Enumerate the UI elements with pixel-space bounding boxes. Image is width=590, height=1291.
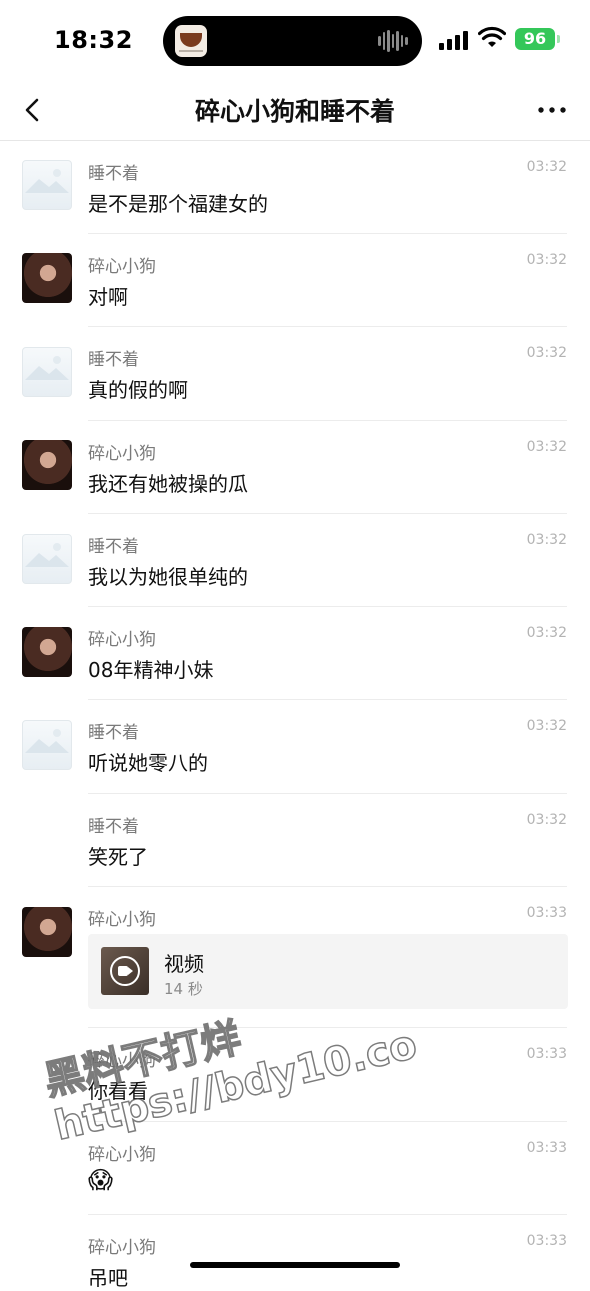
avatar[interactable] (22, 440, 72, 490)
list-item[interactable]: 睡不着 03:32 是不是那个福建女的 (0, 141, 590, 234)
message-time: 03:33 (526, 1046, 567, 1062)
emoji-message: 😱 (88, 1166, 114, 1194)
status-bar: 18:32 96 (0, 0, 590, 80)
sender-name: 碎心小狗 (88, 444, 156, 464)
message-text: 听说她零八的 (88, 751, 208, 775)
message-time: 03:32 (526, 625, 567, 641)
message-time: 03:32 (526, 345, 567, 361)
list-item[interactable]: 碎心小狗 03:32 我还有她被操的瓜 (0, 421, 590, 514)
list-item[interactable]: 碎心小狗 03:32 对啊 (0, 234, 590, 327)
message-time: 03:33 (526, 1140, 567, 1156)
message-text: 对啊 (88, 285, 128, 309)
message-text: 吊吧 (88, 1266, 128, 1290)
message-time: 03:32 (526, 718, 567, 734)
sender-name: 睡不着 (88, 817, 139, 837)
message-time: 03:32 (526, 159, 567, 175)
list-item[interactable]: 睡不着 03:32 听说她零八的 (0, 700, 590, 794)
message-time: 03:33 (526, 905, 567, 921)
message-text: 我以为她很单纯的 (88, 565, 248, 589)
sender-name: 睡不着 (88, 723, 139, 743)
message-text: 08年精神小妹 (88, 658, 214, 682)
home-indicator[interactable] (190, 1262, 400, 1268)
list-item[interactable]: 碎心小狗 03:33 😱 (0, 1122, 590, 1215)
message-time: 03:32 (526, 812, 567, 828)
message-text: 你看看 (88, 1079, 148, 1103)
video-thumbnail (101, 947, 149, 995)
ellipsis-icon[interactable] (534, 98, 570, 122)
message-time: 03:32 (526, 252, 567, 268)
message-text: 笑死了 (88, 845, 148, 869)
sender-name: 碎心小狗 (88, 1051, 156, 1071)
sender-name: 睡不着 (88, 164, 139, 184)
video-message[interactable]: 视频 14 秒 (88, 934, 568, 1009)
message-text: 是不是那个福建女的 (88, 192, 268, 216)
sender-name: 碎心小狗 (88, 1145, 156, 1165)
avatar[interactable] (22, 253, 72, 303)
sender-name: 碎心小狗 (88, 910, 156, 930)
list-item[interactable]: 碎心小狗 03:32 08年精神小妹 (0, 607, 590, 700)
signal-icon (439, 30, 469, 50)
avatar[interactable] (22, 720, 72, 770)
sender-name: 碎心小狗 (88, 257, 156, 277)
sender-name: 睡不着 (88, 537, 139, 557)
video-title: 视频 (164, 952, 204, 976)
app-thumbnail-icon (175, 25, 207, 57)
sender-name: 碎心小狗 (88, 1238, 156, 1258)
list-item[interactable]: 睡不着 03:32 我以为她很单纯的 (0, 514, 590, 607)
message-text: 我还有她被操的瓜 (88, 472, 248, 496)
avatar[interactable] (22, 347, 72, 397)
list-item[interactable]: 睡不着 03:32 笑死了 (0, 794, 590, 887)
message-time: 03:33 (526, 1233, 567, 1249)
status-time: 18:32 (54, 26, 133, 54)
wifi-icon (478, 26, 506, 47)
sender-name: 碎心小狗 (88, 630, 156, 650)
avatar[interactable] (22, 907, 72, 957)
list-item[interactable]: 碎心小狗 03:33 吊吧 (0, 1215, 590, 1290)
message-time: 03:32 (526, 532, 567, 548)
avatar[interactable] (22, 627, 72, 677)
nav-bar: 碎心小狗和睡不着 (0, 80, 590, 141)
battery-cap (557, 35, 560, 43)
waveform-icon (378, 30, 409, 52)
dynamic-island[interactable] (163, 16, 422, 66)
page-title: 碎心小狗和睡不着 (194, 97, 395, 126)
sender-name: 睡不着 (88, 350, 139, 370)
list-item[interactable]: 睡不着 03:32 真的假的啊 (0, 327, 590, 421)
avatar[interactable] (22, 160, 72, 210)
list-item[interactable]: 碎心小狗 03:33 视频 14 秒 (0, 887, 590, 1028)
video-duration: 14 秒 (164, 980, 203, 998)
list-item[interactable]: 碎心小狗 03:33 你看看 (0, 1028, 590, 1122)
battery-icon: 96 (515, 28, 555, 50)
message-time: 03:32 (526, 439, 567, 455)
avatar[interactable] (22, 534, 72, 584)
message-text: 真的假的啊 (88, 378, 188, 402)
